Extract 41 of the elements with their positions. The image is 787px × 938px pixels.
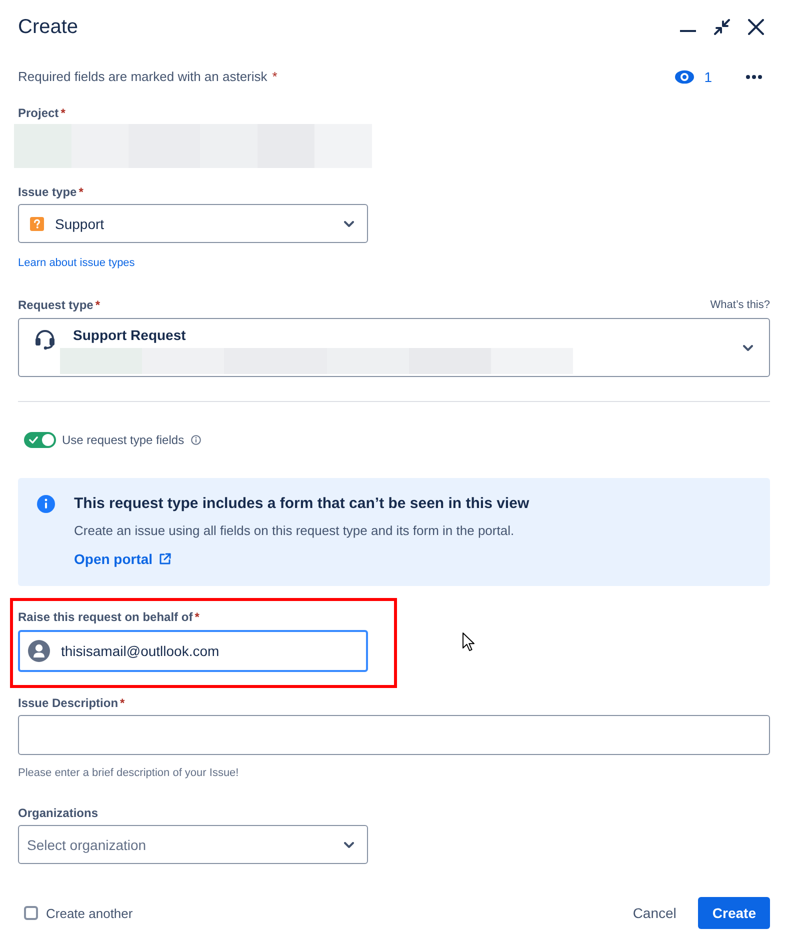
eye-icon (675, 70, 694, 84)
check-icon (29, 436, 38, 444)
user-picker-field[interactable]: thisisamail@outllook.com (18, 630, 368, 672)
field-label: Raise this request on behalf of * (18, 609, 200, 625)
close-icon (748, 19, 764, 35)
info-text: Create an issue using all fields on this request type and its form in the portal. (74, 522, 516, 540)
whats-this-link[interactable]: What’s this? (710, 299, 770, 311)
issue-types-link[interactable]: Learn about issue types (18, 255, 135, 271)
text-field[interactable] (18, 715, 770, 755)
select-field[interactable]: Select organization (18, 825, 368, 864)
checkbox-label[interactable]: Create another (46, 906, 619, 920)
request-type-select[interactable]: Support Request (18, 318, 770, 377)
field-label: Issue Description * (18, 695, 126, 711)
question-icon (30, 216, 44, 230)
open-portal-link[interactable]: Open portal (74, 550, 171, 568)
minimize-icon (680, 30, 696, 32)
mouse-cursor-icon (462, 632, 475, 652)
user-avatar-icon (28, 640, 50, 662)
cancel-button[interactable]: Cancel (618, 897, 690, 929)
field-label: Project * (18, 105, 66, 121)
info-icon (191, 435, 202, 445)
field-label: Request type * (18, 297, 100, 313)
checkbox[interactable] (24, 906, 38, 920)
dialog-title: Create (18, 15, 78, 40)
field-label: Issue type * (18, 184, 84, 200)
chevron-down-icon (743, 344, 753, 350)
info-icon (37, 495, 55, 513)
chevron-down-icon (344, 220, 354, 226)
field-label: Organizations (18, 805, 100, 821)
chevron-down-icon (344, 842, 354, 848)
more-icon (746, 75, 762, 79)
collapse-arrows-icon (714, 19, 730, 35)
required-note: Required fields are marked with an asterisk * (18, 68, 278, 86)
info-title: This request type includes a form that can’t be seen in this view (74, 494, 530, 514)
toggle-label: Use request type fields (62, 433, 184, 447)
issue-type-select[interactable]: Support (18, 204, 368, 243)
toggle-switch[interactable] (24, 432, 56, 448)
watch-button[interactable]: 1 (671, 63, 716, 91)
helper-text: Please enter a brief description of your Issue! (18, 766, 240, 780)
external-link-icon (158, 553, 171, 565)
create-button[interactable]: Create (698, 897, 770, 929)
